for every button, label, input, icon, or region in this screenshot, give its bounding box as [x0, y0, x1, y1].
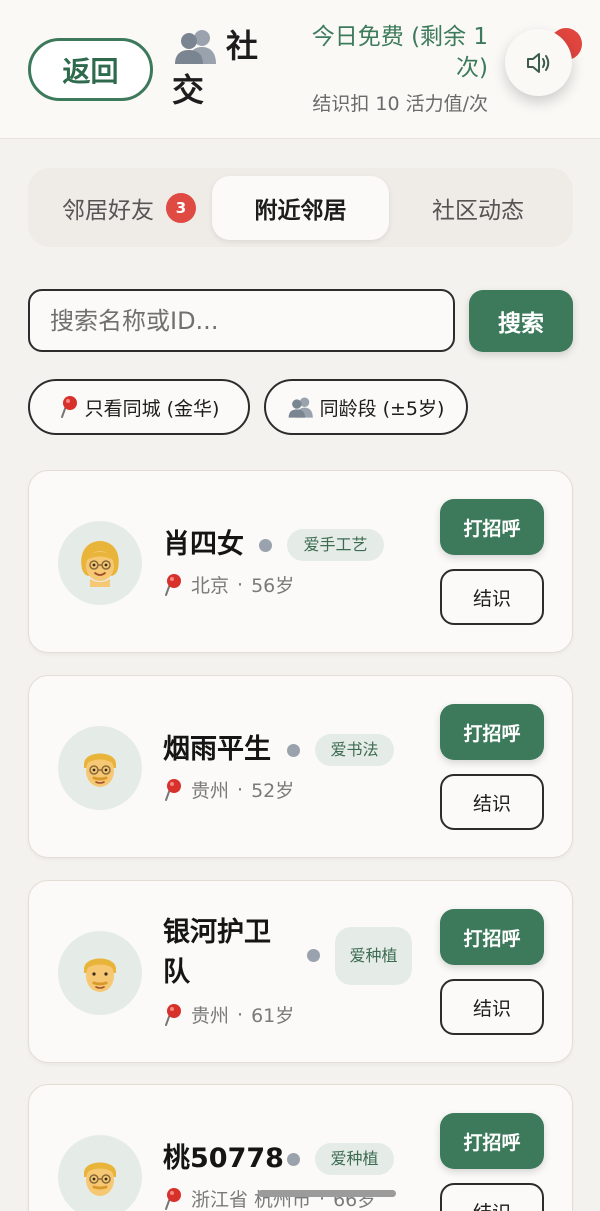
- free-quota-info: 今日免费 (剩余 1 次) 结识扣 10 活力值/次: [283, 22, 488, 118]
- pin-icon: [165, 1003, 181, 1026]
- user-name: 银河护卫队: [163, 917, 271, 988]
- user-meta: 浙江省 杭州市 · 66岁: [163, 1185, 376, 1211]
- meet-button[interactable]: 结识: [440, 774, 544, 830]
- tab-community-feed[interactable]: 社区动态: [389, 176, 567, 240]
- status-dot: [259, 539, 272, 552]
- pin-icon: [60, 396, 77, 418]
- status-dot: [307, 949, 320, 962]
- separator: ·: [237, 573, 244, 596]
- pin-icon: [165, 778, 181, 801]
- user-name: 肖四女: [163, 529, 244, 560]
- tab-nearby-neighbors[interactable]: 附近邻居: [212, 176, 389, 240]
- avatar: [58, 931, 142, 1015]
- tab-bar: 邻居好友 3 附近邻居 社区动态: [28, 168, 573, 247]
- interest-tag: 爱种植: [335, 927, 412, 985]
- speaker-icon: [526, 52, 549, 73]
- separator: ·: [237, 778, 244, 801]
- home-indicator: [258, 1190, 396, 1197]
- status-dot: [287, 1153, 300, 1166]
- greet-button[interactable]: 打招呼: [440, 499, 544, 555]
- neighbor-card: 烟雨平生 爱书法 贵州 · 52岁 打招呼 结识: [28, 675, 573, 858]
- back-button[interactable]: 返回: [28, 38, 153, 101]
- interest-tag: 爱书法: [315, 734, 394, 766]
- user-city: 北京: [191, 575, 230, 597]
- search-input[interactable]: [28, 289, 455, 352]
- greet-button[interactable]: 打招呼: [440, 909, 544, 965]
- social-page: 返回 社交 今日免费 (剩余 1 次) 结识扣 10 活力值/次 邻居好友 3 …: [0, 0, 600, 1211]
- pin-icon: [165, 573, 181, 596]
- user-city: 贵州: [191, 1005, 230, 1027]
- neighbor-card: 银河护卫队 爱种植 贵州 · 61岁 打招呼 结识: [28, 880, 573, 1063]
- user-name: 烟雨平生: [163, 734, 271, 765]
- user-name: 桃50778: [163, 1143, 284, 1174]
- filter-label: 同龄段 (±5岁): [319, 397, 445, 420]
- interest-tag: 爱种植: [315, 1143, 394, 1175]
- meet-button[interactable]: 结识: [440, 979, 544, 1035]
- user-city: 浙江省 杭州市: [191, 1189, 312, 1211]
- greet-button[interactable]: 打招呼: [440, 704, 544, 760]
- user-city: 贵州: [191, 780, 230, 802]
- user-age: 52岁: [251, 780, 295, 802]
- meet-button[interactable]: 结识: [440, 1183, 544, 1211]
- same-age-filter[interactable]: 同龄段 (±5岁): [264, 379, 468, 435]
- avatar: [58, 1135, 142, 1211]
- header: 返回 社交 今日免费 (剩余 1 次) 结识扣 10 活力值/次: [0, 0, 600, 139]
- page-title: 社交: [172, 27, 259, 109]
- same-city-filter[interactable]: 只看同城 (金华): [28, 379, 250, 435]
- people-icon: [288, 397, 313, 418]
- search-button[interactable]: 搜索: [469, 290, 573, 352]
- user-age: 61岁: [251, 1005, 295, 1027]
- tab-label: 社区动态: [432, 198, 524, 224]
- page-title-block: 社交: [172, 24, 272, 116]
- greet-button[interactable]: 打招呼: [440, 1113, 544, 1169]
- user-meta: 北京 · 56岁: [163, 571, 294, 598]
- interest-tag: 爱手工艺: [287, 529, 384, 561]
- status-dot: [287, 744, 300, 757]
- user-meta: 贵州 · 61岁: [163, 1001, 294, 1028]
- avatar: [58, 726, 142, 810]
- tab-label: 邻居好友: [62, 198, 154, 224]
- meet-button[interactable]: 结识: [440, 569, 544, 625]
- man-avatar-icon: [84, 1162, 116, 1196]
- user-age: 66岁: [333, 1189, 377, 1211]
- user-age: 56岁: [251, 575, 295, 597]
- separator: ·: [237, 1003, 244, 1026]
- free-status-text: 今日免费 (剩余 1 次): [311, 24, 488, 81]
- sound-button[interactable]: [505, 29, 572, 96]
- man-avatar-icon: [84, 753, 116, 787]
- cost-info-text: 结识扣 10 活力值/次: [312, 93, 488, 115]
- friends-count-badge: 3: [166, 193, 196, 223]
- man-avatar-icon: [84, 958, 116, 992]
- filter-label: 只看同城 (金华): [84, 397, 220, 420]
- tab-label: 附近邻居: [254, 198, 347, 224]
- avatar: [58, 521, 142, 605]
- woman-avatar-icon: [81, 541, 119, 587]
- neighbor-card: 肖四女 爱手工艺 北京 · 56岁 打招呼 结识: [28, 470, 573, 653]
- tab-neighbor-friends[interactable]: 邻居好友 3: [40, 176, 218, 240]
- user-meta: 贵州 · 52岁: [163, 776, 294, 803]
- pin-icon: [165, 1187, 181, 1210]
